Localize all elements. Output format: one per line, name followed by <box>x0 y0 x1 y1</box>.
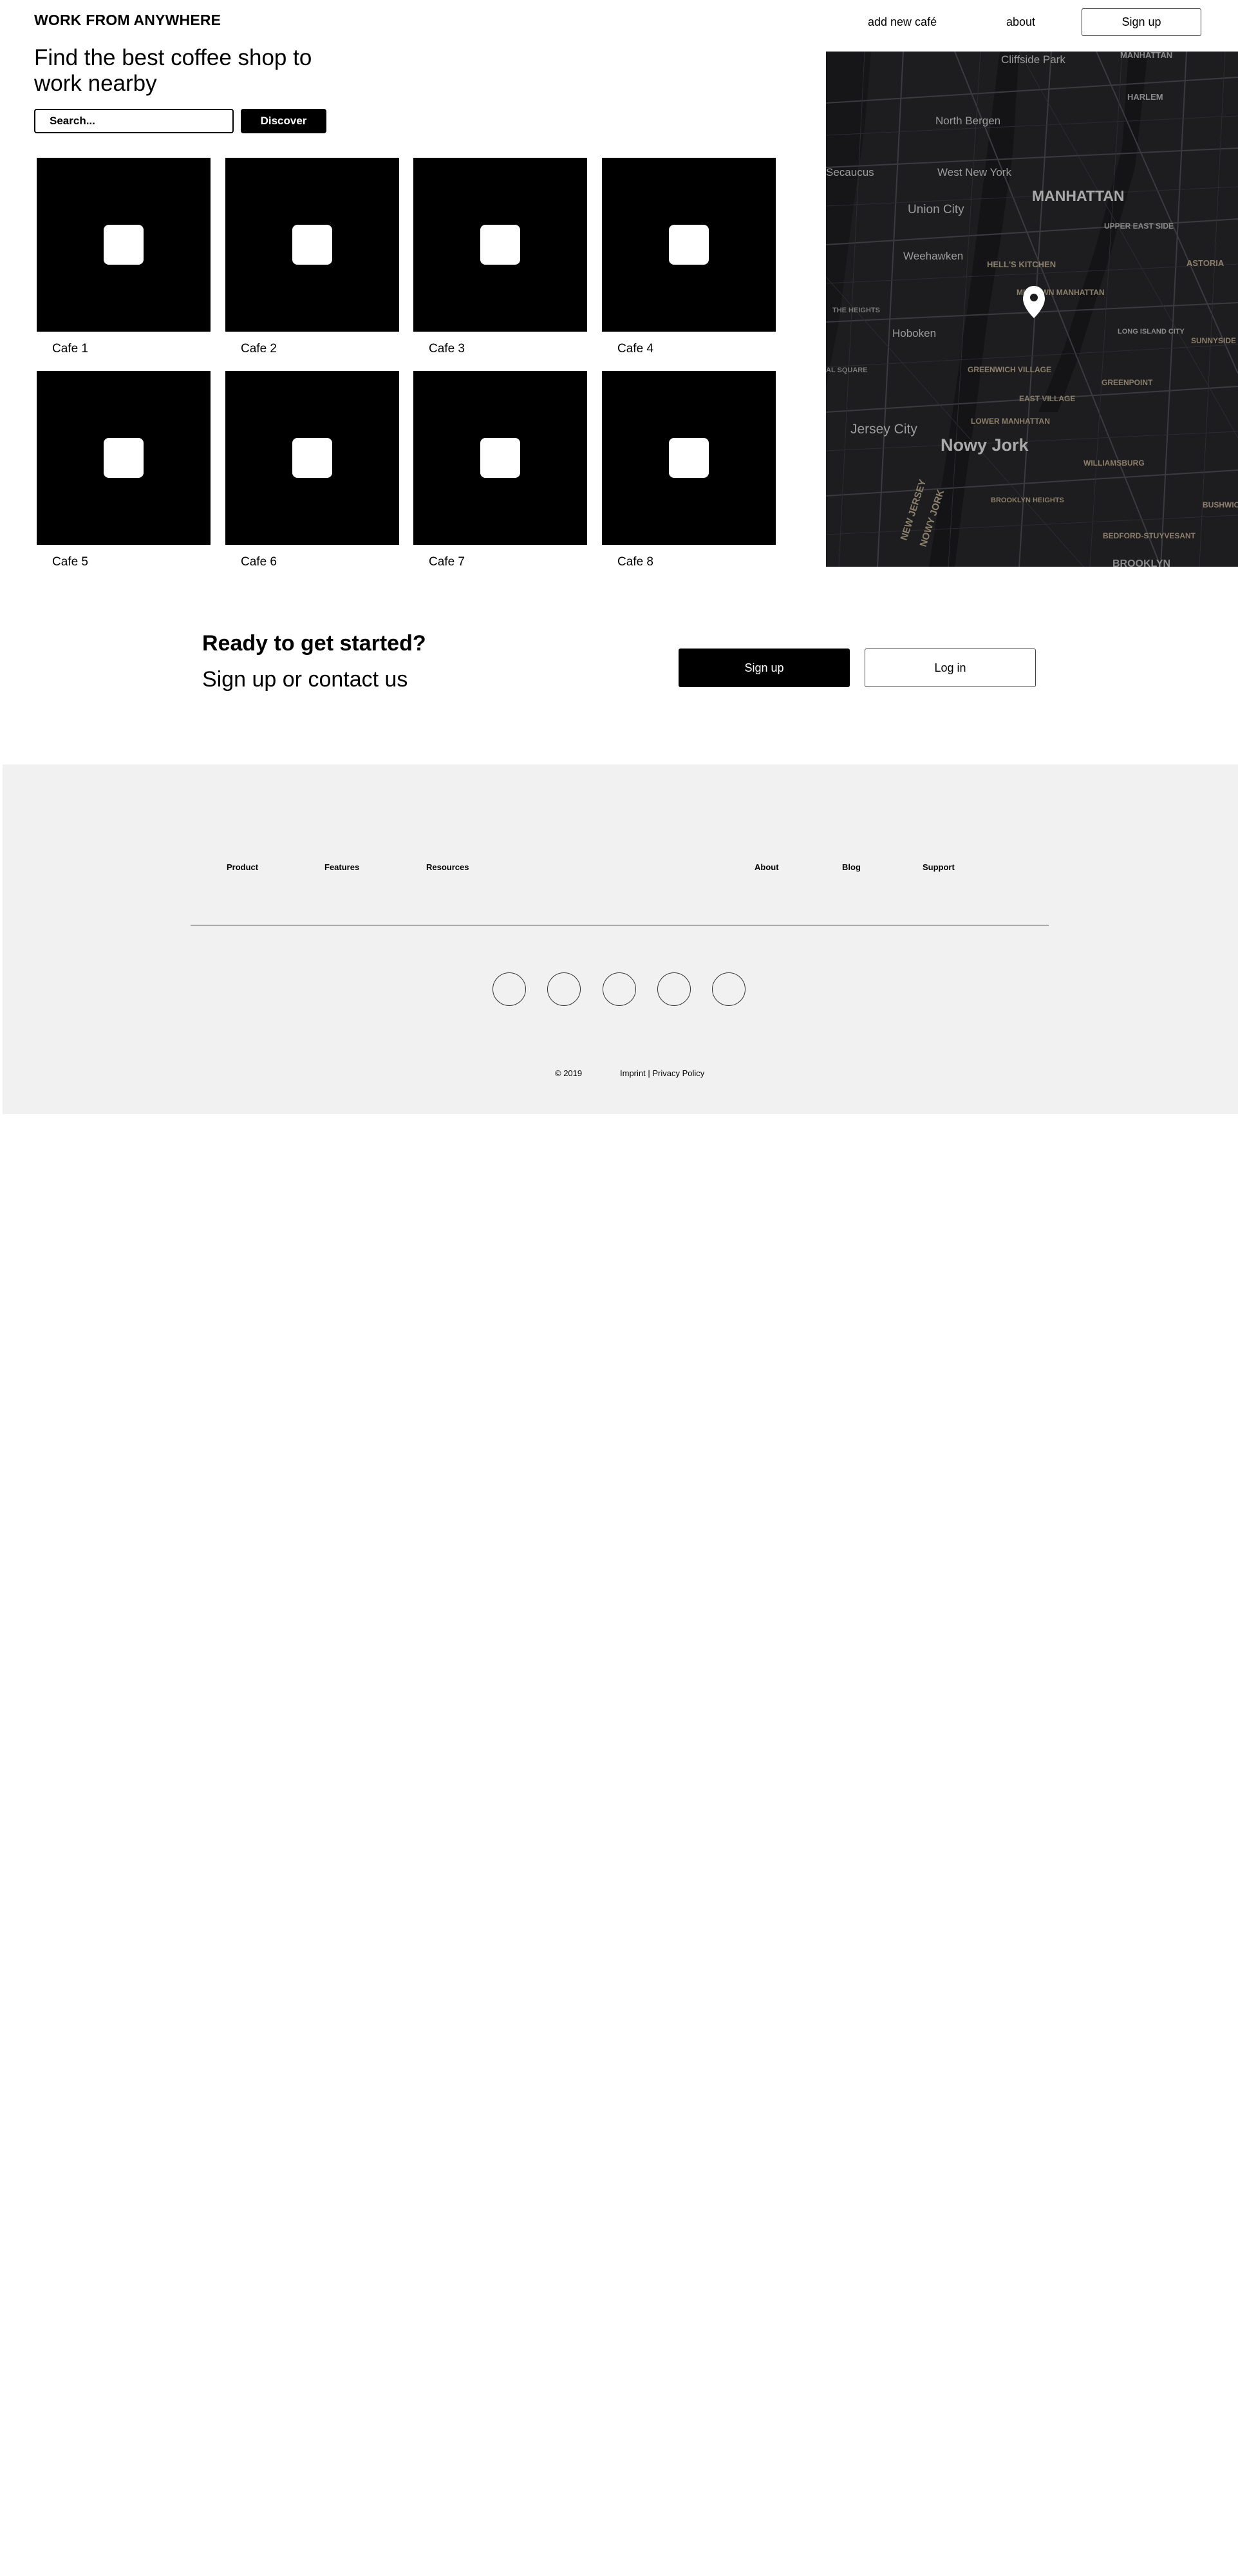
map-label: ASTORIA <box>1186 258 1224 268</box>
footer-link-resources[interactable]: Resources <box>426 862 469 872</box>
map-label: Secaucus <box>826 166 874 178</box>
map-label: BROOKLYN HEIGHTS <box>991 497 1064 504</box>
footer-link-product[interactable]: Product <box>227 862 258 872</box>
cafe-card-7[interactable] <box>413 371 587 545</box>
map-label: North Bergen <box>935 115 1000 127</box>
cta-login-button[interactable]: Log in <box>865 649 1036 687</box>
cta-signup-button[interactable]: Sign up <box>679 649 850 687</box>
map-label: THE HEIGHTS <box>832 307 880 314</box>
cafe-card-3[interactable] <box>413 158 587 332</box>
social-icon[interactable] <box>603 972 636 1006</box>
search-input[interactable] <box>34 109 234 133</box>
image-placeholder-icon <box>480 438 520 478</box>
image-placeholder-icon <box>669 225 709 265</box>
map-label: Jersey City <box>850 422 917 437</box>
cta-title: Ready to get started? <box>202 631 426 656</box>
image-placeholder-icon <box>669 438 709 478</box>
hero-title: Find the best coffee shop to work nearby <box>34 45 312 96</box>
legal-separator: | <box>645 1068 653 1078</box>
image-placeholder-icon <box>292 225 332 265</box>
footer-link-features[interactable]: Features <box>324 862 359 872</box>
map-label: UPPER EAST SIDE <box>1104 222 1174 231</box>
cta-subtitle: Sign up or contact us <box>202 667 408 692</box>
map-label: BROOKLYN <box>1112 558 1170 567</box>
map-label: LONG ISLAND CITY <box>1118 328 1185 336</box>
map-label: Cliffside Park <box>1001 53 1065 66</box>
cafe-card-1[interactable] <box>37 158 211 332</box>
cafe-name[interactable]: Cafe 8 <box>617 555 653 569</box>
cafe-name[interactable]: Cafe 1 <box>52 342 88 356</box>
footer <box>3 764 1238 1114</box>
map-label: HELL'S KITCHEN <box>987 260 1056 269</box>
cafe-name[interactable]: Cafe 5 <box>52 555 88 569</box>
legal-links: Imprint | Privacy Policy <box>620 1068 704 1078</box>
cafe-card-8[interactable] <box>602 371 776 545</box>
image-placeholder-icon <box>104 225 144 265</box>
social-icon[interactable] <box>492 972 526 1006</box>
cafe-name[interactable]: Cafe 2 <box>241 342 277 356</box>
header-signup-button[interactable]: Sign up <box>1082 8 1201 36</box>
imprint-link[interactable]: Imprint <box>620 1068 646 1078</box>
map-label: Nowy Jork <box>941 435 1029 455</box>
map-label: SUNNYSIDE <box>1191 336 1236 345</box>
map-label: GREENWICH VILLAGE <box>968 365 1051 374</box>
map-label: LOWER MANHATTAN <box>971 417 1050 426</box>
map-label: Union City <box>908 203 964 216</box>
footer-link-support[interactable]: Support <box>923 862 955 872</box>
image-placeholder-icon <box>104 438 144 478</box>
nav-about-link[interactable]: about <box>1006 15 1035 29</box>
map-label: Hoboken <box>892 327 936 339</box>
map-label: MANHATTAN <box>1120 52 1172 60</box>
site-logo[interactable]: WORK FROM ANYWHERE <box>34 12 221 29</box>
footer-link-blog[interactable]: Blog <box>842 862 861 872</box>
map-label: BUSHWICK <box>1203 500 1238 509</box>
map[interactable]: Cliffside Park MANHATTAN HARLEM North Be… <box>826 52 1238 567</box>
cafe-card-6[interactable] <box>225 371 399 545</box>
map-label: AL SQUARE <box>826 366 868 374</box>
cafe-card-4[interactable] <box>602 158 776 332</box>
copyright: © 2019 <box>555 1068 583 1078</box>
footer-link-about[interactable]: About <box>755 862 779 872</box>
social-icon[interactable] <box>547 972 581 1006</box>
map-label: GREENPOINT <box>1102 378 1153 387</box>
map-label: WILLIAMSBURG <box>1083 459 1145 468</box>
nav-add-cafe-link[interactable]: add new café <box>868 15 937 29</box>
discover-button[interactable]: Discover <box>241 109 326 133</box>
map-label: Weehawken <box>903 250 963 262</box>
map-label: West New York <box>937 166 1011 178</box>
cafe-name[interactable]: Cafe 7 <box>429 555 465 569</box>
cafe-name[interactable]: Cafe 4 <box>617 342 653 356</box>
map-canvas: Cliffside Park MANHATTAN HARLEM North Be… <box>826 52 1238 567</box>
privacy-policy-link[interactable]: Privacy Policy <box>652 1068 704 1078</box>
map-label: HARLEM <box>1127 92 1163 102</box>
social-icon[interactable] <box>712 972 746 1006</box>
cafe-name[interactable]: Cafe 3 <box>429 342 465 356</box>
social-icon[interactable] <box>657 972 691 1006</box>
map-label: BEDFORD-STUYVESANT <box>1103 531 1196 540</box>
image-placeholder-icon <box>480 225 520 265</box>
cafe-card-5[interactable] <box>37 371 211 545</box>
image-placeholder-icon <box>292 438 332 478</box>
map-label: EAST VILLAGE <box>1019 394 1075 403</box>
cafe-card-2[interactable] <box>225 158 399 332</box>
cafe-name[interactable]: Cafe 6 <box>241 555 277 569</box>
map-label: MANHATTAN <box>1032 187 1125 204</box>
